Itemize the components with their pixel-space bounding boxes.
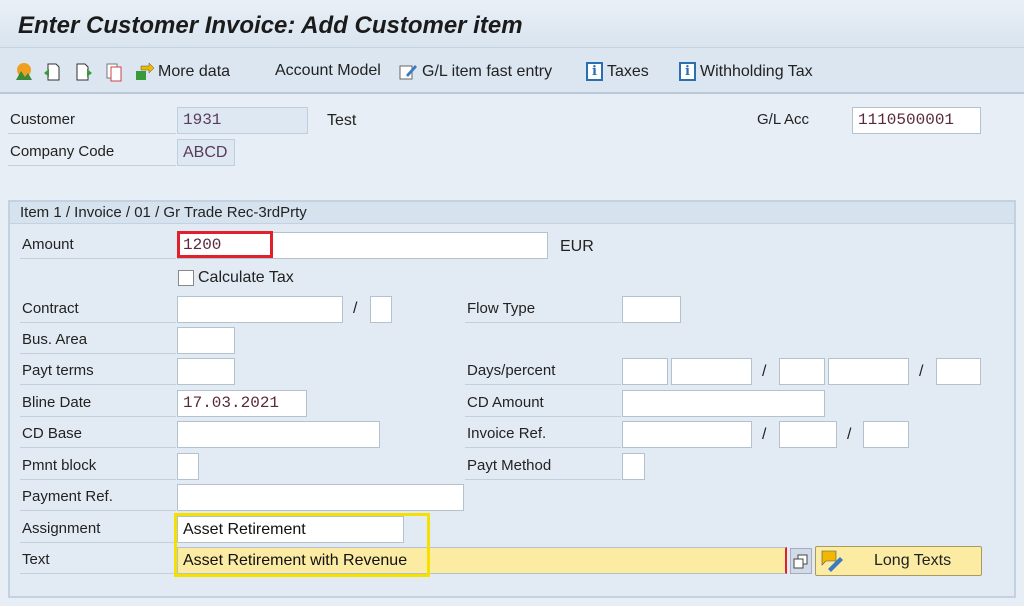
payt-method-field[interactable] <box>622 453 645 480</box>
customer-name: Test <box>327 112 357 129</box>
info-icon: i <box>679 62 696 81</box>
days2-field[interactable] <box>779 358 825 385</box>
contract-field[interactable] <box>177 296 343 323</box>
taxes-button[interactable]: i Taxes <box>586 62 649 81</box>
currency-label: EUR <box>560 238 594 255</box>
bline-date-field[interactable]: 17.03.2021 <box>177 390 307 417</box>
invoice-ref-item-field[interactable] <box>863 421 909 448</box>
long-text-edit-icon <box>821 550 843 572</box>
payt-method-label: Payt Method <box>465 453 621 480</box>
days3-field[interactable] <box>936 358 981 385</box>
bus-area-field[interactable] <box>177 327 235 354</box>
copy-icon[interactable] <box>104 62 124 82</box>
account-model-button[interactable]: Account Model <box>275 62 381 80</box>
amount-label: Amount <box>20 232 176 259</box>
taxes-label: Taxes <box>607 62 649 80</box>
more-data-label: More data <box>158 63 231 80</box>
previous-document-icon[interactable] <box>42 62 62 82</box>
contract-type-field[interactable] <box>370 296 392 323</box>
gl-fast-label: G/L item fast entry <box>422 63 553 80</box>
account-model-label: Account Model <box>275 62 381 79</box>
more-data-button[interactable]: More data <box>134 62 230 82</box>
pmnt-block-label: Pmnt block <box>20 453 176 480</box>
assignment-text-highlight <box>174 513 430 577</box>
bline-date-label: Bline Date <box>20 390 176 417</box>
customer-field[interactable]: 1931 <box>177 107 308 134</box>
payment-ref-field[interactable] <box>177 484 464 511</box>
company-code-label: Company Code <box>8 139 176 166</box>
slash: / <box>762 363 767 380</box>
cd-base-field[interactable] <box>177 421 380 448</box>
percent1-field[interactable] <box>671 358 752 385</box>
display-icon[interactable] <box>14 62 34 82</box>
payt-terms-label: Payt terms <box>20 358 176 385</box>
gl-acc-label: G/L Acc <box>757 111 809 128</box>
withholding-label: Withholding Tax <box>700 62 813 80</box>
invoice-ref-label: Invoice Ref. <box>465 421 621 448</box>
invoice-ref-year-field[interactable] <box>779 421 837 448</box>
days1-field[interactable] <box>622 358 668 385</box>
customer-label: Customer <box>8 107 176 134</box>
payment-ref-label: Payment Ref. <box>20 484 176 511</box>
amount-value-highlight[interactable]: 1200 <box>177 231 273 258</box>
toolbar: More data Account Model G/L item fast en… <box>0 48 1024 94</box>
slash: / <box>919 363 924 380</box>
long-texts-label: Long Texts <box>874 552 952 569</box>
slash: / <box>847 426 852 443</box>
days-percent-label: Days/percent <box>465 358 621 385</box>
info-icon: i <box>586 62 603 81</box>
slash: / <box>762 426 767 443</box>
page-title: Enter Customer Invoice: Add Customer ite… <box>18 12 523 39</box>
gl-acc-field[interactable]: 1110500001 <box>852 107 981 134</box>
cd-amount-label: CD Amount <box>465 390 621 417</box>
pmnt-block-field[interactable] <box>177 453 199 480</box>
invoice-ref-field[interactable] <box>622 421 752 448</box>
next-document-icon[interactable] <box>74 62 94 82</box>
company-code-field[interactable]: ABCD <box>177 139 235 166</box>
copy-window-icon <box>793 554 808 569</box>
flow-type-field[interactable] <box>622 296 681 323</box>
long-texts-button[interactable]: Long Texts <box>815 546 982 576</box>
flow-type-label: Flow Type <box>465 296 621 323</box>
slash: / <box>353 300 358 317</box>
payt-terms-field[interactable] <box>177 358 235 385</box>
contract-label: Contract <box>20 296 176 323</box>
calculate-tax-checkbox[interactable] <box>178 270 194 286</box>
cd-amount-field[interactable] <box>622 390 825 417</box>
gl-item-fast-entry-button[interactable]: G/L item fast entry <box>398 62 552 82</box>
withholding-tax-button[interactable]: i Withholding Tax <box>679 62 813 81</box>
text-label: Text <box>20 547 176 574</box>
item-group-title: Item 1 / Invoice / 01 / Gr Trade Rec-3rd… <box>10 202 1014 224</box>
bus-area-label: Bus. Area <box>20 327 176 354</box>
assignment-label: Assignment <box>20 516 176 543</box>
cd-base-label: CD Base <box>20 421 176 448</box>
calculate-tax-label: Calculate Tax <box>198 269 294 286</box>
expand-text-button[interactable] <box>790 548 812 574</box>
percent2-field[interactable] <box>828 358 909 385</box>
